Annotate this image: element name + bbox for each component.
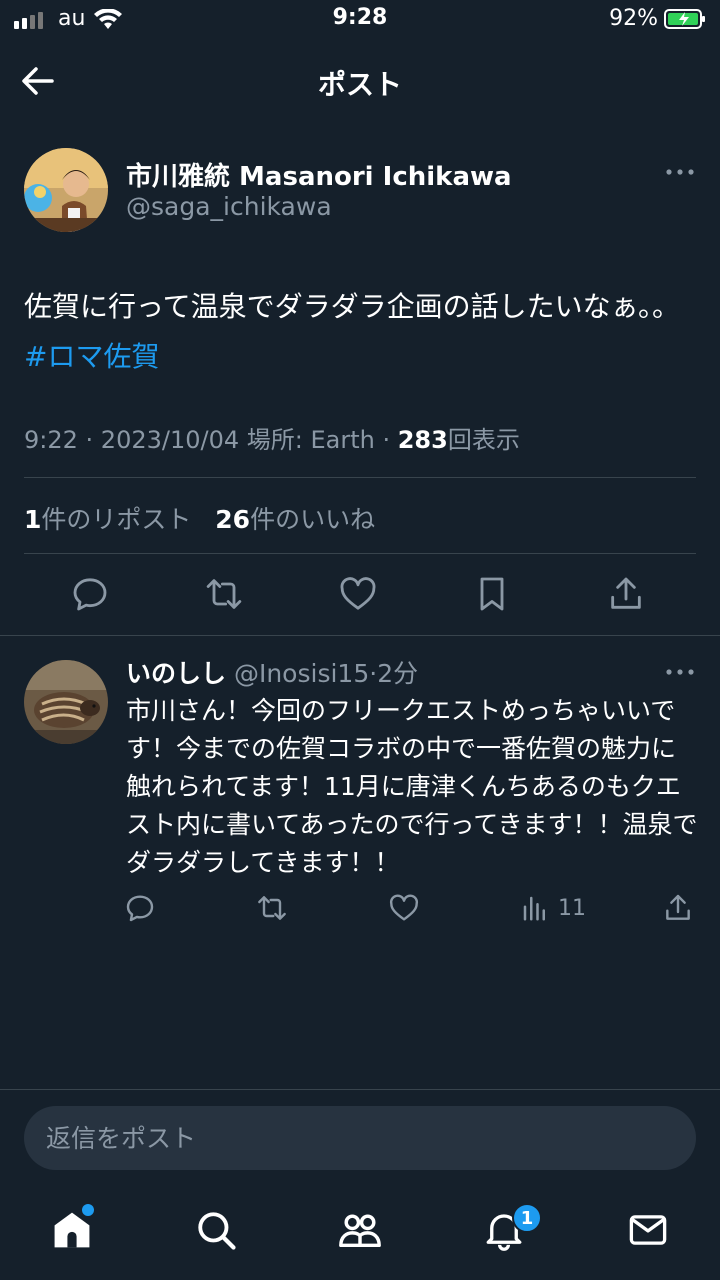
divider <box>24 553 696 554</box>
battery-percent: 92% <box>609 6 658 31</box>
like-label: 件のいいね <box>250 505 376 534</box>
reply-icon <box>126 895 154 922</box>
divider <box>24 477 696 478</box>
reply-repost-button[interactable] <box>256 888 288 928</box>
repost-icon <box>206 579 242 609</box>
search-icon <box>198 1212 236 1250</box>
page-title: ポスト <box>317 68 402 101</box>
like-button[interactable] <box>336 572 380 616</box>
share-icon <box>666 894 690 920</box>
tweet-text: 佐賀に行って温泉でダラダラ企画の話したいなぁ。。 #ロマ佐賀 <box>24 282 696 382</box>
view-count: 283 <box>397 426 448 454</box>
tab-communities[interactable] <box>330 1200 390 1260</box>
more-options-button[interactable] <box>664 160 696 184</box>
heart-icon <box>340 577 376 610</box>
repost-icon <box>258 896 286 920</box>
repost-count: 1 <box>24 505 42 534</box>
author-handle[interactable]: @saga_ichikawa <box>126 192 332 221</box>
reply-author-handle[interactable]: @Inosisi15 <box>234 659 369 688</box>
reply-author-name[interactable]: いのしし <box>126 659 226 688</box>
bookmark-icon <box>480 577 504 611</box>
reply-like-button[interactable] <box>388 888 420 928</box>
notification-badge: 1 <box>512 1203 542 1233</box>
repost-label: 件のリポスト <box>41 505 192 534</box>
more-icon <box>666 669 694 675</box>
tweet-date: 2023/10/04 <box>100 426 240 454</box>
reply-time: 2分 <box>377 659 419 688</box>
reply-text: 市川さん！今回のフリークエストめっちゃいいです！今までの佐賀コラボの中で一番佐賀… <box>126 696 698 877</box>
author-name[interactable]: 市川雅統 Masanori Ichikawa <box>126 156 512 193</box>
repost-stat[interactable]: 1件のリポスト <box>24 505 191 534</box>
bottom-tab-bar: 1 <box>0 1190 720 1280</box>
tweet-actions <box>0 572 720 622</box>
share-button[interactable] <box>604 572 648 616</box>
top-header: ポスト <box>0 45 720 117</box>
more-icon <box>666 169 694 175</box>
tweet-time: 9:22 <box>24 426 78 454</box>
tweet-meta: 9:22 · 2023/10/04 場所: Earth · 283回表示 <box>24 426 520 454</box>
communities-icon <box>339 1214 381 1248</box>
home-notification-dot <box>82 1204 94 1216</box>
view-label: 回表示 <box>447 426 520 454</box>
reply-share-button[interactable] <box>662 888 694 928</box>
mail-icon <box>629 1215 667 1245</box>
reply-more-options-button[interactable] <box>664 660 696 684</box>
status-bar: au 9:28 92% <box>0 0 720 40</box>
reply-actions: 11 <box>0 888 720 928</box>
tweet-location: 場所: Earth <box>246 426 375 454</box>
tweet-body: 佐賀に行って温泉でダラダラ企画の話したいなぁ。。 <box>24 290 681 323</box>
like-count: 26 <box>215 505 251 534</box>
engagement-stats: 1件のリポスト 26件のいいね <box>24 500 375 536</box>
reply-views-button[interactable]: 11 <box>520 888 586 928</box>
bookmark-button[interactable] <box>470 572 514 616</box>
reply-view-count: 11 <box>558 895 586 921</box>
divider <box>0 635 720 636</box>
reply-composer[interactable] <box>24 1106 696 1170</box>
analytics-icon <box>523 896 545 921</box>
reply-reply-button[interactable] <box>124 888 156 928</box>
repost-button[interactable] <box>202 572 246 616</box>
hashtag-link[interactable]: #ロマ佐賀 <box>24 340 159 373</box>
tab-search[interactable] <box>186 1200 246 1260</box>
share-icon <box>611 577 641 609</box>
reply-button[interactable] <box>68 572 112 616</box>
reply-header: いのしし @Inosisi15·2分 <box>126 659 419 688</box>
divider <box>0 1089 720 1090</box>
tab-messages[interactable] <box>618 1200 678 1260</box>
reply-icon <box>73 578 107 611</box>
battery-charging-icon <box>664 9 705 29</box>
like-stat[interactable]: 26件のいいね <box>215 505 375 534</box>
reply-author-avatar[interactable] <box>24 660 108 744</box>
heart-icon <box>389 894 419 921</box>
author-avatar[interactable] <box>24 148 108 232</box>
reply-input[interactable] <box>46 1106 666 1170</box>
